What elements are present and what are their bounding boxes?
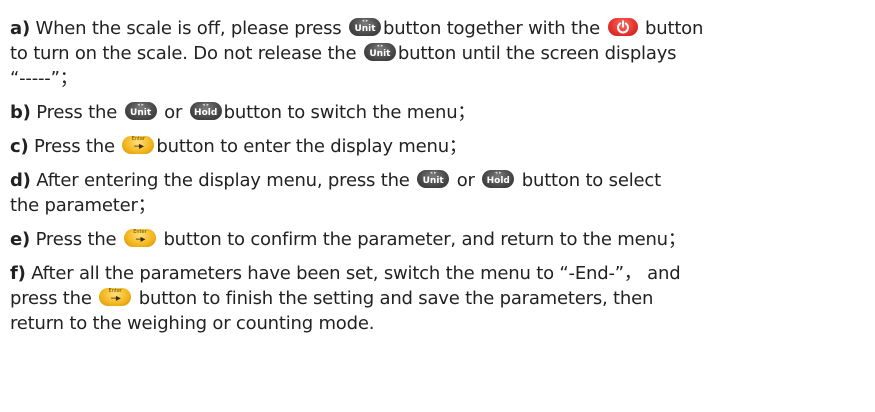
step-b-text-2: or	[158, 102, 188, 123]
enter-button-icon: Enter --▸	[122, 136, 155, 154]
step-a-marker: a)	[10, 18, 30, 39]
hold-button-icon: ◂ ▸ Hold	[189, 102, 222, 120]
step-e-line: e) Press the Enter --▸ button to confirm …	[10, 229, 865, 251]
unit-button-icon: ◂ ▸ Unit	[124, 102, 157, 120]
step-c-line: c) Press the Enter --▸ button to enter the…	[10, 136, 865, 158]
step-d-text-1: After entering the display menu, press t…	[30, 170, 416, 191]
step-e-text-2: button to confirm the parameter, and ret…	[157, 229, 686, 250]
step-c-text-1: Press the	[28, 136, 121, 157]
step-b-line: b) Press the ◂ ▸ Unit or ◂ ▸ Hold button to…	[10, 102, 865, 124]
step-d-line-1: d) After entering the display menu, pres…	[10, 170, 865, 192]
power-button-icon	[607, 18, 638, 36]
step-b-marker: b)	[10, 102, 31, 123]
step-f-text-2: press the	[10, 288, 98, 309]
step-a-text-6: “-----”；	[10, 68, 78, 89]
step-a-line-2: to turn on the scale. Do not release the…	[10, 43, 865, 65]
step-d-line-2: the parameter；	[10, 195, 865, 217]
step-f-text-3: button to finish the setting and save th…	[133, 288, 654, 309]
step-a-text-5: button until the screen displays	[397, 43, 677, 64]
enter-button-icon: Enter --▸	[99, 288, 132, 306]
step-d-text-2: or	[451, 170, 481, 191]
step-c-text-2: button to enter the display menu；	[156, 136, 467, 157]
step-c-marker: c)	[10, 136, 29, 157]
step-d-text-3: button to select	[516, 170, 661, 191]
step-d-marker: d)	[10, 170, 31, 191]
step-f-marker: f)	[10, 263, 26, 284]
step-a-text-3: button	[639, 18, 704, 39]
step-b-text-3: button to switch the menu；	[223, 102, 476, 123]
step-f-line-3: return to the weighing or counting mode.	[10, 313, 865, 335]
instruction-document: a) When the scale is off, please press ◂…	[0, 0, 875, 412]
hold-button-icon: ◂ ▸ Hold	[482, 170, 515, 188]
step-b-text-1: Press the	[30, 102, 123, 123]
unit-button-icon: ◂ ▸ Unit	[417, 170, 450, 188]
step-d-text-4: the parameter；	[10, 195, 156, 216]
step-a-text-2: button together with the	[383, 18, 606, 39]
step-e-text-1: Press the	[30, 229, 122, 250]
step-a-line-3: “-----”；	[10, 68, 865, 90]
step-f-text-4: return to the weighing or counting mode.	[10, 313, 375, 334]
step-f-line-2: press the Enter --▸ button to finish the …	[10, 288, 865, 310]
step-e-marker: e)	[10, 229, 31, 250]
step-a-line-1: a) When the scale is off, please press ◂…	[10, 18, 865, 40]
step-f-text-1: After all the parameters have been set, …	[25, 263, 681, 284]
step-f-line-1: f) After all the parameters have been se…	[10, 263, 865, 285]
step-a-text-4: to turn on the scale. Do not release the	[10, 43, 362, 64]
unit-button-icon: ◂ ▸ Unit	[363, 43, 396, 61]
unit-button-icon: ◂ ▸ Unit	[349, 18, 381, 36]
step-a-text-1: When the scale is off, please press	[29, 18, 347, 39]
enter-button-icon: Enter --▸	[123, 229, 156, 247]
